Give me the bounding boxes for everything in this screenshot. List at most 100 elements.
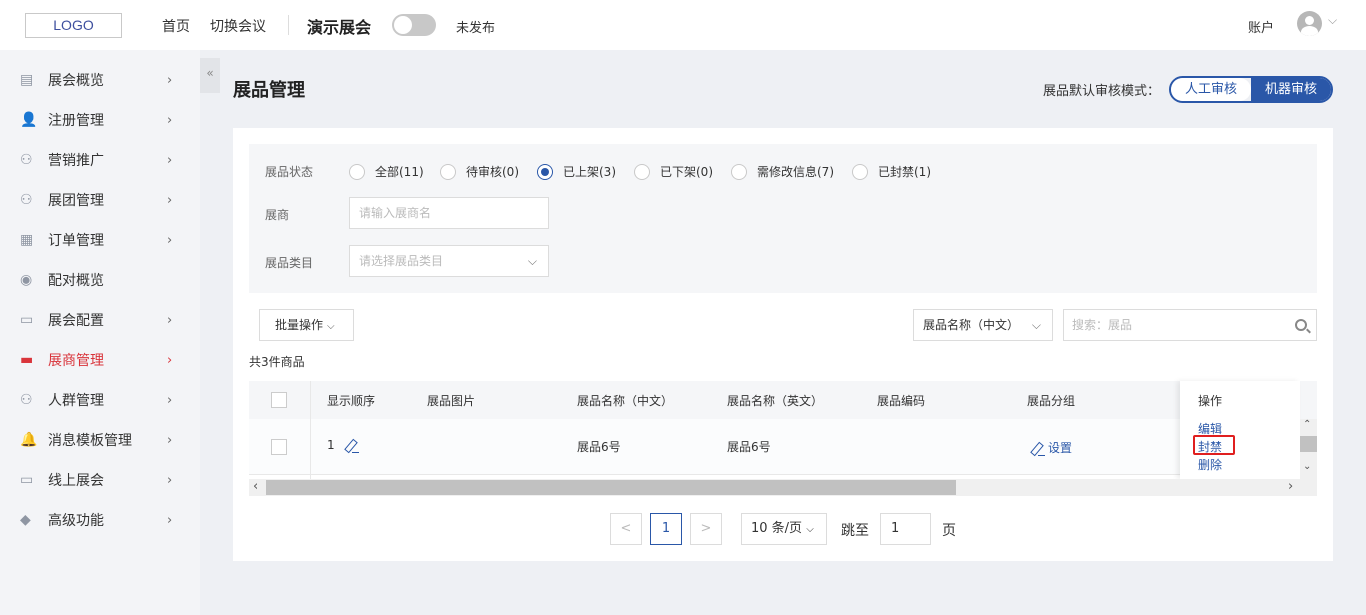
store-icon: ▬	[20, 352, 34, 368]
sidebar-item-2[interactable]: ⚇ 营销推广 ›	[0, 140, 200, 180]
sidebar-item-label: 展团管理	[48, 193, 104, 209]
column-divider	[310, 381, 311, 479]
category-filter-label: 展品类目	[265, 256, 314, 270]
review-mode-label: 展品默认审核模式：	[1043, 84, 1161, 99]
sidebar-item-label: 配对概览	[48, 273, 104, 289]
sidebar-item-11[interactable]: ◆ 高级功能 ›	[0, 500, 200, 540]
category-select[interactable]: 请选择展品类目 ⌵	[349, 245, 549, 277]
sidebar-item-label: 注册管理	[48, 113, 104, 129]
chevron-down-icon: ⌵	[527, 254, 537, 268]
chevron-down-icon: ⌵	[327, 321, 335, 332]
scroll-up-icon: ⌃	[1303, 419, 1312, 430]
sidebar-item-label: 高级功能	[48, 513, 104, 529]
scroll-down-icon: ⌄	[1303, 461, 1312, 472]
document-icon: ▤	[20, 72, 34, 88]
group-icon: ⚇	[20, 192, 33, 208]
radio-delisted[interactable]: 已下架(0)	[634, 163, 713, 180]
account-link[interactable]: 账户	[1248, 17, 1274, 36]
sidebar-item-label: 订单管理	[48, 233, 104, 249]
search-field-select[interactable]: 展品名称（中文） ⌵	[913, 309, 1053, 341]
delete-link[interactable]: 删除	[1198, 456, 1222, 473]
sidebar-item-5[interactable]: ◉ 配对概览	[0, 260, 200, 300]
edit-icon[interactable]	[344, 439, 360, 453]
page-size-select[interactable]: 10 条/页 ⌵	[741, 513, 827, 545]
chevron-right-icon: ›	[167, 472, 173, 488]
item-count: 共3件商品	[249, 355, 305, 369]
tag-icon: ◆	[20, 512, 31, 528]
col-header-name-cn: 展品名称（中文）	[577, 394, 674, 408]
collapse-sidebar-button[interactable]: «	[200, 58, 220, 93]
prev-page-button[interactable]: <	[610, 513, 642, 545]
sidebar-item-8[interactable]: ⚇ 人群管理 ›	[0, 380, 200, 420]
user-add-icon: 👤	[20, 112, 38, 128]
exhibitor-input[interactable]: 请输入展商名	[349, 197, 549, 229]
batch-operation-button[interactable]: 批量操作 ⌵	[259, 309, 354, 341]
chevron-right-icon: ›	[167, 152, 173, 168]
sidebar-item-9[interactable]: 🔔 消息模板管理 ›	[0, 420, 200, 460]
sidebar-item-label: 营销推广	[48, 153, 104, 169]
chevron-right-icon: ›	[167, 352, 173, 368]
highlight-box	[1193, 435, 1235, 455]
search-icon[interactable]	[1295, 319, 1307, 331]
sidebar-item-1[interactable]: 👤 注册管理 ›	[0, 100, 200, 140]
radio-pending[interactable]: 待审核(0)	[440, 163, 519, 180]
next-page-button[interactable]: >	[690, 513, 722, 545]
jump-page-input[interactable]: 1	[880, 513, 931, 545]
chevron-down-icon: ⌵	[1031, 318, 1041, 332]
sidebar-item-0[interactable]: ▤ 展会概览 ›	[0, 60, 200, 100]
chevron-down-icon: ⌵	[806, 524, 814, 535]
top-bar: LOGO 首页 切换会议 演示展会 未发布 账户 ⌵	[0, 0, 1366, 50]
publish-toggle[interactable]	[392, 14, 436, 36]
radio-all[interactable]: 全部(11)	[349, 163, 424, 180]
sidebar-item-label: 展会概览	[48, 73, 104, 89]
nav-switch-meeting[interactable]: 切换会议	[210, 16, 266, 36]
col-header-order: 显示顺序	[327, 394, 376, 408]
scroll-thumb	[1300, 436, 1317, 452]
sidebar-item-label: 展商管理	[48, 353, 104, 369]
sidebar-item-10[interactable]: ▭ 线上展会 ›	[0, 460, 200, 500]
row-checkbox[interactable]	[271, 439, 287, 455]
sidebar-item-label: 展会配置	[48, 313, 104, 329]
chevron-right-icon: ›	[167, 392, 173, 408]
monitor-icon: ▭	[20, 472, 34, 488]
page-1-button[interactable]: 1	[650, 513, 682, 545]
avatar[interactable]	[1297, 11, 1322, 36]
sidebar-item-7[interactable]: ▬ 展商管理 ›	[0, 340, 200, 380]
sidebar-item-label: 线上展会	[48, 473, 104, 489]
select-all-checkbox[interactable]	[271, 392, 287, 408]
edit-icon	[1030, 442, 1045, 456]
chevron-right-icon: ›	[167, 232, 173, 248]
sidebar-item-6[interactable]: ▭ 展会配置 ›	[0, 300, 200, 340]
group-icon: ⚇	[20, 152, 33, 168]
search-input[interactable]: 搜索：展品	[1063, 309, 1317, 341]
nav-home[interactable]: 首页	[162, 16, 190, 36]
radio-listed[interactable]: 已上架(3)	[537, 163, 616, 180]
logo[interactable]: LOGO	[25, 13, 122, 38]
cell-name-en: 展品6号	[727, 440, 771, 454]
exhibitor-filter-label: 展商	[265, 208, 290, 222]
col-header-code: 展品编码	[877, 394, 926, 408]
order-icon: ▦	[20, 232, 34, 248]
chevron-down-icon[interactable]: ⌵	[1328, 13, 1337, 28]
review-option-machine[interactable]: 机器审核	[1251, 78, 1331, 101]
sidebar-item-label: 人群管理	[48, 393, 104, 409]
review-option-manual[interactable]: 人工审核	[1171, 78, 1251, 101]
radio-needs-edit[interactable]: 需修改信息(7)	[731, 163, 834, 180]
chevron-right-icon: ›	[167, 72, 173, 88]
cell-name-cn: 展品6号	[577, 440, 621, 454]
col-header-group: 展品分组	[1027, 394, 1076, 408]
horizontal-scrollbar[interactable]: ‹ ›	[249, 479, 1317, 496]
radio-banned[interactable]: 已封禁(1)	[852, 163, 931, 180]
col-header-name-en: 展品名称（英文）	[727, 394, 824, 408]
sidebar-item-3[interactable]: ⚇ 展团管理 ›	[0, 180, 200, 220]
chevron-right-icon: ›	[167, 312, 173, 328]
page-unit-label: 页	[942, 523, 956, 539]
group-setting-link[interactable]: 设置	[1030, 439, 1072, 456]
sidebar-item-4[interactable]: ▦ 订单管理 ›	[0, 220, 200, 260]
expo-name: 演示展会	[307, 18, 372, 37]
match-icon: ◉	[20, 272, 33, 288]
review-mode-toggle[interactable]: 人工审核 机器审核	[1169, 76, 1333, 103]
vertical-scrollbar[interactable]: ⌃ ⌄	[1300, 419, 1317, 479]
nav-divider	[288, 15, 289, 35]
status-filter-label: 展品状态	[265, 165, 314, 179]
